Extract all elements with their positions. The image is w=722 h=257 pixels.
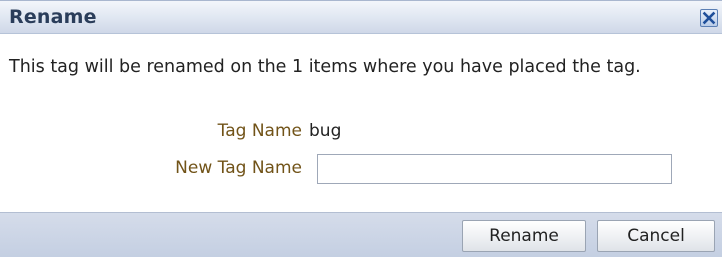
new-tag-name-label: New Tag Name	[175, 158, 302, 178]
dialog-titlebar: Rename	[0, 0, 722, 34]
rename-button[interactable]: Rename	[462, 220, 586, 252]
rename-dialog: Rename This tag will be renamed on the 1…	[0, 0, 722, 257]
rename-message: This tag will be renamed on the 1 items …	[9, 57, 641, 77]
cancel-button[interactable]: Cancel	[597, 220, 715, 252]
tag-name-value: bug	[309, 121, 342, 141]
close-x-icon	[702, 11, 716, 25]
new-tag-name-input[interactable]	[317, 154, 672, 184]
close-button[interactable]	[700, 9, 718, 27]
dialog-title: Rename	[9, 6, 97, 28]
tag-name-label: Tag Name	[217, 121, 302, 141]
dialog-footer: Rename Cancel	[0, 212, 722, 257]
